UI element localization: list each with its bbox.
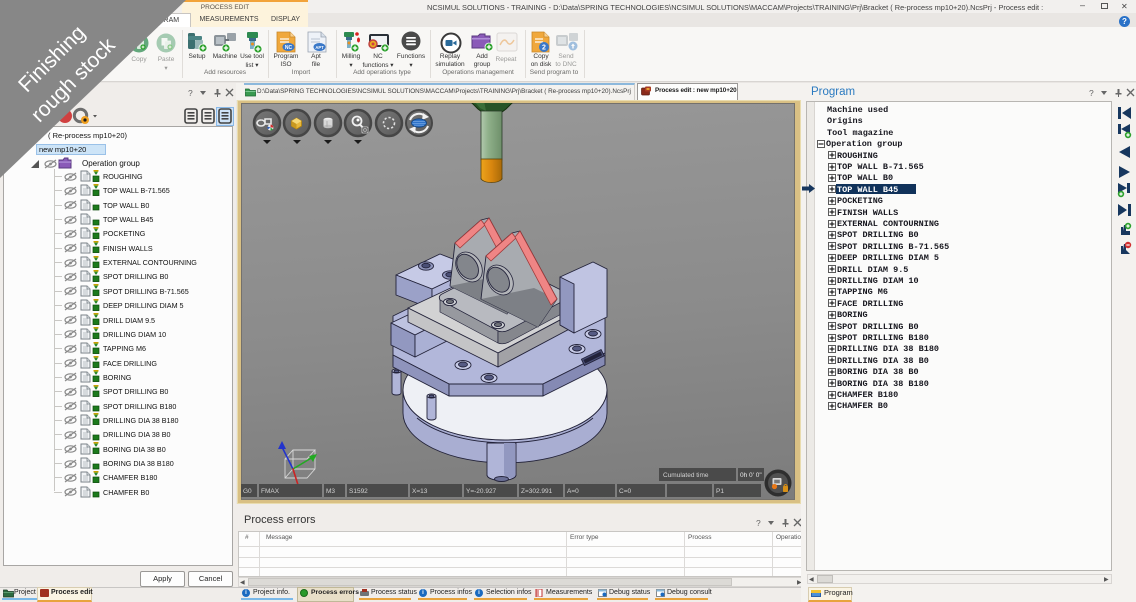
svg-text:G0: G0 [243, 488, 252, 495]
svg-text:M3: M3 [326, 488, 335, 495]
svg-text:APT: APT [315, 45, 324, 50]
svg-text:S1592: S1592 [349, 488, 368, 495]
svg-text:?: ? [1089, 88, 1094, 98]
svg-text:A=0: A=0 [567, 488, 579, 495]
svg-text:P1: P1 [716, 488, 724, 495]
svg-text:0h 0' 0": 0h 0' 0" [740, 472, 762, 479]
svg-text:Y=-20.927: Y=-20.927 [466, 488, 497, 495]
svg-text:Cumulated time: Cumulated time [663, 472, 709, 479]
svg-text:?: ? [756, 518, 761, 528]
svg-text:X=13: X=13 [412, 488, 428, 495]
svg-text:FMAX: FMAX [261, 488, 280, 495]
svg-text:C=0: C=0 [619, 488, 631, 495]
svg-text:Z=302.991: Z=302.991 [521, 488, 553, 495]
svg-text:NC: NC [285, 45, 293, 51]
svg-text:2: 2 [542, 45, 546, 52]
